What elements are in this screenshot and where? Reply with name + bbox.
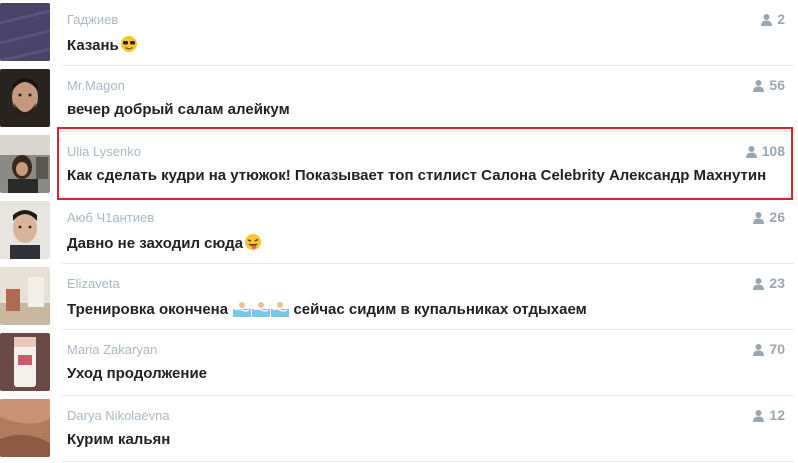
- stream-row[interactable]: Аюб Ч1антиев Давно не заходил сюда 26: [0, 198, 798, 264]
- avatar-image: [0, 201, 50, 259]
- author-name[interactable]: Maria Zakaryan: [67, 342, 157, 357]
- stream-list: Гаджиев Казань 2 Mr.Magon вечер добрый с…: [0, 0, 798, 463]
- avatar-image: [0, 267, 50, 325]
- highlight-frame: [57, 127, 793, 200]
- stream-row[interactable]: Гаджиев Казань 2: [0, 0, 798, 66]
- stream-row[interactable]: Elizaveta Тренировка окончена сейчас сид…: [0, 264, 798, 330]
- author-name[interactable]: Гаджиев: [67, 12, 118, 27]
- person-icon: [753, 211, 765, 224]
- avatar-image: [0, 399, 50, 457]
- tongue-emoji-icon: [245, 234, 262, 250]
- sunglasses-emoji-icon: [120, 36, 137, 52]
- avatar-image: [0, 69, 50, 127]
- author-name[interactable]: Darya Nikolaevna: [67, 408, 170, 423]
- avatar[interactable]: [0, 267, 50, 325]
- avatar[interactable]: [0, 135, 50, 193]
- avatar[interactable]: [0, 399, 50, 457]
- person-icon: [753, 79, 765, 92]
- avatar[interactable]: [0, 69, 50, 127]
- swimmer-emoji-icon: [233, 302, 290, 317]
- person-icon: [753, 409, 765, 422]
- stream-row[interactable]: Maria Zakaryan Уход продолжение 70: [0, 330, 798, 396]
- person-icon: [761, 13, 773, 26]
- viewer-count: 56: [752, 77, 785, 93]
- avatar[interactable]: [0, 333, 50, 391]
- stream-title[interactable]: вечер добрый салам алейкум: [67, 101, 290, 118]
- person-icon: [753, 343, 765, 356]
- stream-title[interactable]: Курим кальян: [67, 431, 170, 448]
- stream-title[interactable]: Казань: [67, 35, 138, 54]
- person-icon: [753, 277, 765, 290]
- stream-title[interactable]: Уход продолжение: [67, 365, 207, 382]
- viewer-count: 70: [752, 341, 785, 357]
- author-name[interactable]: Elizaveta: [67, 276, 120, 291]
- avatar-image: [0, 333, 50, 391]
- avatar-image: [0, 135, 50, 193]
- stream-title[interactable]: Давно не заходил сюда: [67, 233, 262, 252]
- author-name[interactable]: Mr.Magon: [67, 78, 125, 93]
- avatar[interactable]: [0, 3, 50, 61]
- author-name[interactable]: Аюб Ч1антиев: [67, 210, 154, 225]
- viewer-count: 23: [752, 275, 785, 291]
- stream-row[interactable]: Mr.Magon вечер добрый салам алейкум 56: [0, 66, 798, 132]
- viewer-count: 12: [752, 407, 785, 423]
- avatar-image: [0, 3, 50, 61]
- viewer-count: 2: [760, 11, 785, 27]
- avatar[interactable]: [0, 201, 50, 259]
- viewer-count: 26: [752, 209, 785, 225]
- stream-title[interactable]: Тренировка окончена сейчас сидим в купал…: [67, 299, 587, 318]
- stream-row[interactable]: Darya Nikolaevna Курим кальян 12: [0, 396, 798, 462]
